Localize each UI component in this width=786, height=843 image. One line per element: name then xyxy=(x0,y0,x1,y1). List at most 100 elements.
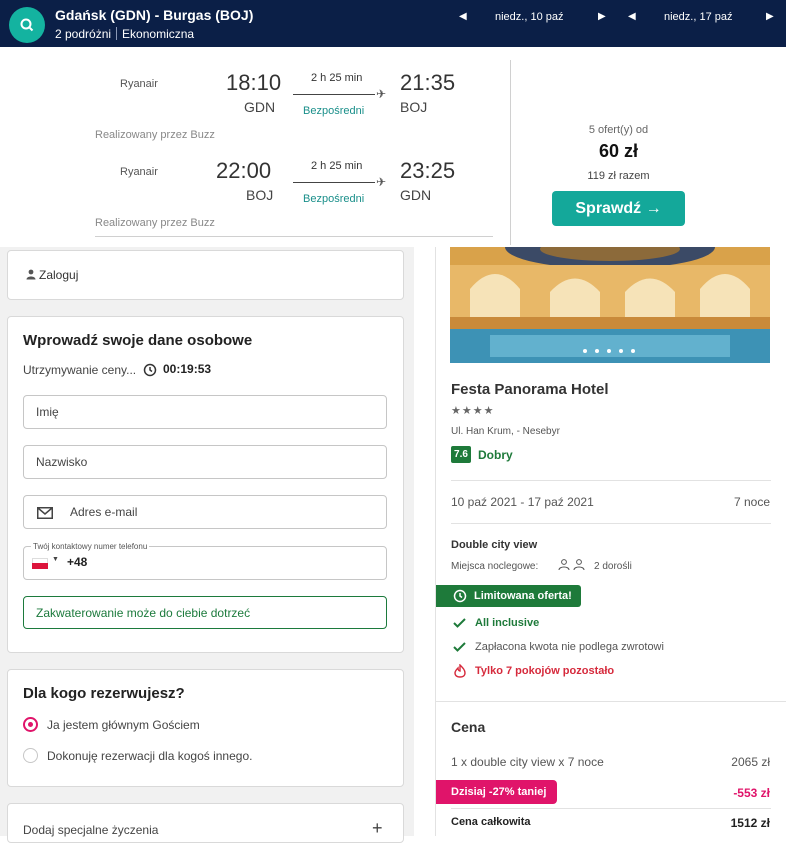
clock-icon xyxy=(143,363,157,377)
phone-field-label: Twój kontaktowy numer telefonu xyxy=(31,542,150,551)
clock-icon xyxy=(453,589,467,603)
return-dep-time: 22:00 xyxy=(216,158,272,183)
last-name-placeholder: Nazwisko xyxy=(36,455,88,469)
hotel-name: Festa Panorama Hotel xyxy=(451,381,609,398)
all-inclusive-text: All inclusive xyxy=(475,617,540,629)
review-score-label: Dobry xyxy=(478,448,513,462)
carousel-dot[interactable] xyxy=(583,349,587,353)
mail-icon xyxy=(37,507,53,519)
poland-flag-icon[interactable] xyxy=(32,558,48,569)
offers-count: 5 ofert(y) od xyxy=(588,124,649,136)
rooms-left-text: Tylko 7 pokojów pozostało xyxy=(475,665,615,677)
outbound-route-line xyxy=(293,94,375,95)
last-name-field[interactable]: Nazwisko xyxy=(23,445,387,479)
total-price-label: Cena całkowita xyxy=(451,816,531,828)
discount-value: -553 zł xyxy=(733,786,770,800)
return-arr-code: GDN xyxy=(400,187,432,203)
radio-main-guest[interactable] xyxy=(23,717,38,732)
offer-total: 119 zł razem xyxy=(587,170,650,182)
limited-offer-badge: Limitowana oferta! xyxy=(436,585,581,607)
return-duration: 2 h 25 min xyxy=(311,160,363,172)
plane-icon: ✈ xyxy=(376,87,387,101)
return-date[interactable]: niedz., 17 paź xyxy=(664,11,733,23)
carousel-dot[interactable] xyxy=(595,349,599,353)
adults-icon xyxy=(558,559,585,571)
room-type: Double city view xyxy=(451,539,538,551)
return-dep-code: BOJ xyxy=(246,187,274,203)
route-title[interactable]: Gdańsk (GDN) - Burgas (BOJ) xyxy=(55,7,253,23)
outbound-arr-time: 21:35 xyxy=(400,70,456,95)
email-placeholder: Adres e-mail xyxy=(70,505,138,519)
prev-depart-date-icon[interactable]: ◀ xyxy=(459,11,467,22)
outbound-arr-code: BOJ xyxy=(400,99,428,115)
travellers-cabin[interactable]: 2 podróżni Ekonomiczna xyxy=(55,27,194,41)
outbound-direct: Bezpośredni xyxy=(303,105,365,117)
price-line-value: 2065 zł xyxy=(731,755,770,769)
stay-dates: 10 paź 2021 - 17 paź 2021 xyxy=(451,495,594,509)
chevron-down-icon[interactable]: ▼ xyxy=(52,556,59,563)
search-button[interactable] xyxy=(9,7,45,43)
offer-price: 60 zł xyxy=(598,141,639,161)
travellers-count: 2 podróżni xyxy=(55,27,112,41)
radio-other-person-label[interactable]: Dokonuję rezerwacji dla kogoś innego. xyxy=(47,749,252,763)
next-depart-date-icon[interactable]: ▶ xyxy=(598,11,606,22)
next-return-date-icon[interactable]: ▶ xyxy=(766,11,774,22)
hotel-photo[interactable] xyxy=(450,247,770,363)
checkmark-icon xyxy=(453,642,466,652)
berths-label: Miejsca noclegowe: xyxy=(451,561,539,572)
depart-date[interactable]: niedz., 10 paź xyxy=(495,11,564,23)
accommodation-notice: Zakwaterowanie może do ciebie dotrzeć xyxy=(23,596,387,629)
hotel-stars: ★★★★ xyxy=(451,405,495,417)
divider xyxy=(510,60,511,245)
prev-return-date-icon[interactable]: ◀ xyxy=(628,11,636,22)
carousel-dot[interactable] xyxy=(607,349,611,353)
stay-nights: 7 noce xyxy=(733,495,770,509)
checkmark-icon xyxy=(453,618,466,628)
radio-main-guest-label[interactable]: Ja jestem głównym Gościem xyxy=(47,718,200,732)
price-line-label: 1 x double city view x 7 noce xyxy=(451,755,604,769)
limited-offer-text: Limitowana oferta! xyxy=(474,590,572,602)
discount-label: Dzisiaj -27% taniej xyxy=(451,786,547,798)
discount-badge: Dzisiaj -27% taniej xyxy=(436,780,557,804)
login-link[interactable]: Zaloguj xyxy=(39,268,78,282)
radio-other-person[interactable] xyxy=(23,748,38,763)
divider xyxy=(436,701,786,702)
flame-icon xyxy=(454,664,466,678)
first-name-field[interactable]: Imię xyxy=(23,395,387,429)
total-price-value: 1512 zł xyxy=(730,816,770,830)
plane-icon: ✈ xyxy=(376,175,387,189)
booking-for-title: Dla kogo rezerwujesz? xyxy=(23,685,185,702)
price-hold-label: Utrzymywanie ceny... xyxy=(23,363,137,377)
divider xyxy=(451,808,771,809)
price-hold-timer: 00:19:53 xyxy=(163,362,212,376)
outbound-duration: 2 h 25 min xyxy=(311,72,363,84)
outbound-operator: Realizowany przez Buzz xyxy=(95,129,215,141)
special-requests-label[interactable]: Dodaj specjalne życzenia xyxy=(23,823,158,837)
search-header: Gdańsk (GDN) - Burgas (BOJ) 2 podróżni Ek… xyxy=(0,0,786,47)
review-score-badge: 7.6 xyxy=(451,446,471,463)
hotel-address: Ul. Han Krum, - Nesebyr xyxy=(451,426,560,437)
return-arr-time: 23:25 xyxy=(400,158,456,183)
return-operator: Realizowany przez Buzz xyxy=(95,217,215,229)
search-icon xyxy=(20,18,34,32)
return-route-line xyxy=(293,182,375,183)
email-field[interactable]: Adres e-mail xyxy=(23,495,387,529)
user-icon xyxy=(26,269,36,280)
personal-details-title: Wprowadź swoje dane osobowe xyxy=(23,332,253,349)
adults-count: 2 dorośli xyxy=(594,561,632,572)
return-direct: Bezpośredni xyxy=(303,193,365,205)
nonrefundable-text: Zapłacona kwota nie podlega zwrotowi xyxy=(475,641,664,653)
carousel-dot[interactable] xyxy=(619,349,623,353)
divider xyxy=(95,236,493,237)
divider xyxy=(451,480,771,481)
check-offer-button[interactable]: Sprawdź → xyxy=(552,191,685,226)
outbound-dep-code: GDN xyxy=(244,99,276,115)
phone-country-code: +48 xyxy=(67,555,88,569)
price-title: Cena xyxy=(451,719,486,735)
first-name-placeholder: Imię xyxy=(36,405,59,419)
accommodation-notice-text: Zakwaterowanie może do ciebie dotrzeć xyxy=(36,606,251,620)
divider xyxy=(451,523,771,524)
carousel-dot[interactable] xyxy=(631,349,635,353)
airline-outbound: Ryanair xyxy=(120,78,158,90)
outbound-dep-time: 18:10 xyxy=(226,70,282,95)
